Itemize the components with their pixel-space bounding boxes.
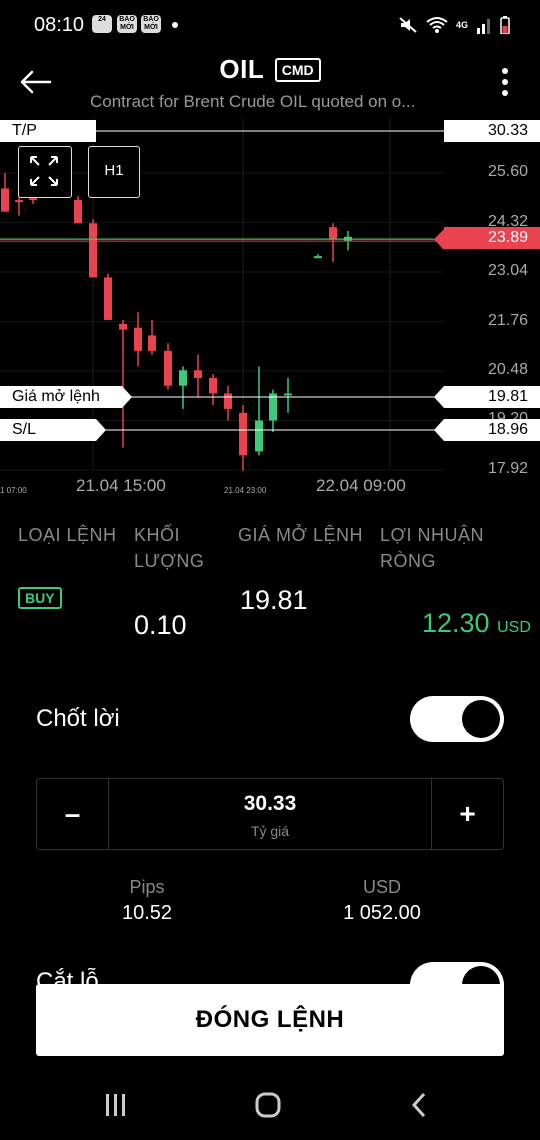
more-notifications-dot xyxy=(172,22,178,28)
usd-value: 1 052.00 xyxy=(343,902,421,924)
toggle-knob xyxy=(462,700,500,738)
candle-body xyxy=(1,188,9,212)
order-type-header: LOẠI LỆNH xyxy=(18,525,117,545)
open-price-value: 19.81 xyxy=(240,585,308,615)
close-order-button[interactable]: ĐÓNG LỆNH xyxy=(36,984,504,1056)
instrument-title: OIL xyxy=(219,54,265,84)
instrument-header: OIL CMD xyxy=(0,54,540,85)
instrument-type-badge: CMD xyxy=(274,57,321,82)
fullscreen-icon xyxy=(30,156,58,186)
pips-value: 10.52 xyxy=(121,902,173,924)
current-price-tag: 23.89 xyxy=(444,227,540,249)
axis-value: 17.92 xyxy=(487,460,528,477)
status-icons: 4G xyxy=(398,14,510,36)
candle-body xyxy=(314,256,322,259)
battery-icon xyxy=(500,16,510,34)
status-time: 08:10 xyxy=(34,14,85,36)
open-label-pointer xyxy=(122,386,132,408)
take-profit-stepper: – 30.33 Tỷ giá + xyxy=(36,778,504,850)
tp-line-label: T/P xyxy=(0,120,96,142)
mute-icon xyxy=(399,17,417,33)
take-profit-toggle[interactable] xyxy=(410,696,504,742)
net-profit-unit: USD xyxy=(497,619,531,636)
candle-body xyxy=(194,370,202,378)
candle-body xyxy=(284,393,292,396)
candle-body xyxy=(15,200,23,203)
order-type-badge: BUY xyxy=(18,587,62,609)
recent-apps-icon[interactable] xyxy=(96,1090,136,1120)
network-type: 4G xyxy=(455,20,468,30)
take-profit-label: Chốt lời xyxy=(36,705,120,732)
candle-body xyxy=(164,350,172,386)
candle-body xyxy=(255,420,263,452)
open-line-label: Giá mở lệnh xyxy=(0,386,122,408)
candle-body xyxy=(329,227,337,239)
candle-body xyxy=(74,200,82,224)
x-axis-tick: 22.04 09:00 xyxy=(316,476,406,495)
open-price-header: GIÁ MỞ LỆNH xyxy=(238,525,363,545)
instrument-subtitle: Contract for Brent Crude OIL quoted on o… xyxy=(90,92,416,111)
candle-body xyxy=(104,277,112,320)
usd-label: USD xyxy=(362,877,401,897)
candle-body xyxy=(179,370,187,386)
open-tag-pointer xyxy=(434,386,444,408)
candle-body xyxy=(224,393,232,409)
notification-icon: 24 xyxy=(92,15,112,33)
status-bar: 08:10 24 BÁO MỚI BÁO MỚI 4G xyxy=(0,0,540,50)
sl-price-tag[interactable]: 18.96 xyxy=(444,419,540,441)
candle-body xyxy=(134,327,142,351)
net-profit: 12.30 USD xyxy=(422,608,531,639)
take-profit-rate-caption: Tỷ giá xyxy=(250,823,290,839)
candle-body xyxy=(209,377,217,394)
sl-label-pointer xyxy=(96,419,106,441)
toggle-knob xyxy=(462,966,500,986)
wifi-icon xyxy=(426,17,448,33)
home-icon[interactable] xyxy=(248,1090,288,1120)
x-axis-tick: 21.04 23:00 xyxy=(224,486,267,495)
open-price-tag: 19.81 xyxy=(444,386,540,408)
sl-tag-pointer xyxy=(434,419,444,441)
current-price-pointer xyxy=(434,229,444,251)
expand-chart-button[interactable] xyxy=(18,146,72,198)
axis-value: 25.60 xyxy=(487,163,528,180)
stop-loss-toggle[interactable] xyxy=(410,962,504,986)
price-chart[interactable]: T/P 30.33 25.60 24.32 23.04 21.76 20.48 … xyxy=(0,118,540,498)
axis-value: 20.48 xyxy=(487,361,528,378)
signal-icon xyxy=(477,19,490,34)
stop-loss-label: Cắt lỗ xyxy=(36,968,99,984)
volume-value: 0.10 xyxy=(134,610,187,640)
more-options-icon[interactable] xyxy=(498,66,512,98)
candle-body xyxy=(89,223,97,278)
increase-button[interactable]: + xyxy=(431,779,503,849)
axis-value: 23.04 xyxy=(487,262,528,279)
notification-icon: BÁO MỚI xyxy=(141,15,161,33)
take-profit-rate-value[interactable]: 30.33 xyxy=(109,792,431,816)
x-axis-tick: 21.04 15:00 xyxy=(76,476,166,495)
sl-line-label[interactable]: S/L xyxy=(0,419,96,441)
notification-icon: BÁO MỚI xyxy=(117,15,137,33)
net-profit-header: LỢI NHUẬN RÒNG xyxy=(380,525,484,571)
decrease-button[interactable]: – xyxy=(37,779,109,849)
system-nav-bar xyxy=(0,1070,540,1140)
back-nav-icon[interactable] xyxy=(400,1090,440,1120)
net-profit-value: 12.30 xyxy=(422,608,490,638)
pips-label: Pips xyxy=(129,877,165,897)
volume-header: KHỐI LƯỢNG xyxy=(134,525,205,571)
axis-value: 21.76 xyxy=(487,312,528,329)
tp-price-tag: 30.33 xyxy=(444,120,540,142)
x-axis-tick: 1 07:00 xyxy=(0,486,27,495)
timeframe-button[interactable]: H1 xyxy=(88,146,140,198)
candle-body xyxy=(239,412,247,456)
candle-body xyxy=(148,335,156,351)
candlestick-chart xyxy=(0,118,444,471)
candle-body xyxy=(119,323,127,330)
